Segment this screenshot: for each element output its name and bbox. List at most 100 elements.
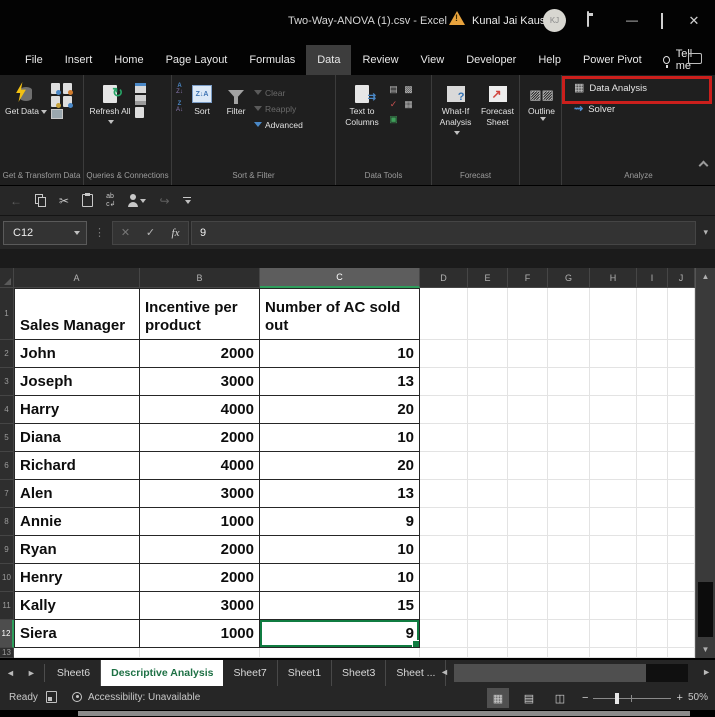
cell-A13[interactable] <box>14 648 140 658</box>
data-validation-icon[interactable]: ✓ <box>387 98 400 111</box>
name-box-dropdown-icon[interactable] <box>74 231 80 235</box>
menu-tab-view[interactable]: View <box>410 45 456 75</box>
cell-H12[interactable] <box>590 620 637 648</box>
cell-H9[interactable] <box>590 536 637 564</box>
column-header-I[interactable]: I <box>637 268 668 288</box>
what-if-analysis-button[interactable]: What-If Analysis <box>436 80 475 170</box>
cell-G10[interactable] <box>548 564 590 592</box>
cell-E9[interactable] <box>468 536 508 564</box>
menu-tab-formulas[interactable]: Formulas <box>238 45 306 75</box>
cell-B13[interactable] <box>140 648 260 658</box>
normal-view-button[interactable]: ▦ <box>487 688 509 708</box>
cell-A8[interactable]: Annie <box>14 508 140 536</box>
formula-input[interactable]: 9 <box>191 221 696 245</box>
cell-I12[interactable] <box>637 620 668 648</box>
menu-tab-developer[interactable]: Developer <box>455 45 527 75</box>
filter-button[interactable]: Filter <box>221 80 251 170</box>
avatar[interactable]: KJ <box>543 9 566 32</box>
cell-F10[interactable] <box>508 564 548 592</box>
sheet-tab-descriptive-analysis[interactable]: Descriptive Analysis <box>101 660 223 686</box>
scroll-down-icon[interactable]: ▼ <box>696 645 715 654</box>
from-text-csv-icon[interactable] <box>51 83 60 94</box>
cell-B2[interactable]: 2000 <box>140 340 260 368</box>
cell-F11[interactable] <box>508 592 548 620</box>
cell-D4[interactable] <box>420 396 468 424</box>
column-header-D[interactable]: D <box>420 268 468 288</box>
cell-G7[interactable] <box>548 480 590 508</box>
cell-G3[interactable] <box>548 368 590 396</box>
cell-C9[interactable]: 10 <box>260 536 420 564</box>
expand-formula-bar-icon[interactable]: ▾ <box>696 227 715 238</box>
cell-I2[interactable] <box>637 340 668 368</box>
scroll-left-icon[interactable]: ◄ <box>440 667 449 677</box>
cell-F3[interactable] <box>508 368 548 396</box>
scroll-right-icon[interactable]: ► <box>702 667 711 677</box>
cell-H4[interactable] <box>590 396 637 424</box>
cell-J11[interactable] <box>668 592 695 620</box>
sheet-nav-right-icon[interactable]: ► <box>21 660 42 686</box>
cell-E13[interactable] <box>468 648 508 658</box>
row-header-11[interactable]: 11 <box>0 592 14 620</box>
cell-C3[interactable]: 13 <box>260 368 420 396</box>
row-header-13[interactable]: 13 <box>0 648 14 658</box>
zoom-slider-handle[interactable] <box>615 693 619 704</box>
cell-A11[interactable]: Kally <box>14 592 140 620</box>
cell-F7[interactable] <box>508 480 548 508</box>
row-header-7[interactable]: 7 <box>0 480 14 508</box>
cell-J13[interactable] <box>668 648 695 658</box>
cell-D9[interactable] <box>420 536 468 564</box>
sheet-nav-left-icon[interactable]: ◄ <box>0 660 21 686</box>
cell-I11[interactable] <box>637 592 668 620</box>
from-web-icon[interactable] <box>63 83 72 94</box>
cell-B11[interactable]: 3000 <box>140 592 260 620</box>
cell-F9[interactable] <box>508 536 548 564</box>
sort-za-icon[interactable]: ZA↓ <box>176 101 183 113</box>
row-header-8[interactable]: 8 <box>0 508 14 536</box>
cell-E8[interactable] <box>468 508 508 536</box>
sheet-tab-sheet7[interactable]: Sheet7 <box>223 660 277 686</box>
cell-G4[interactable] <box>548 396 590 424</box>
cell-I3[interactable] <box>637 368 668 396</box>
spelling-button[interactable]: abc↲ <box>106 193 115 208</box>
cell-I1[interactable] <box>637 288 668 340</box>
cell-C12[interactable]: 9 <box>260 620 420 648</box>
column-header-E[interactable]: E <box>468 268 508 288</box>
cell-I6[interactable] <box>637 452 668 480</box>
cell-F5[interactable] <box>508 424 548 452</box>
cell-J9[interactable] <box>668 536 695 564</box>
cell-H10[interactable] <box>590 564 637 592</box>
flash-fill-icon[interactable]: ▤ <box>387 83 400 96</box>
cell-I9[interactable] <box>637 536 668 564</box>
cell-F12[interactable] <box>508 620 548 648</box>
column-header-H[interactable]: H <box>590 268 637 288</box>
cell-C7[interactable]: 13 <box>260 480 420 508</box>
cell-J12[interactable] <box>668 620 695 648</box>
row-header-2[interactable]: 2 <box>0 340 14 368</box>
cell-B12[interactable]: 1000 <box>140 620 260 648</box>
column-header-B[interactable]: B <box>140 268 260 288</box>
cell-G13[interactable] <box>548 648 590 658</box>
get-data-button[interactable]: Get Data <box>4 80 48 170</box>
cell-G6[interactable] <box>548 452 590 480</box>
menu-tab-power-pivot[interactable]: Power Pivot <box>572 45 653 75</box>
cell-F1[interactable] <box>508 288 548 340</box>
cell-C2[interactable]: 10 <box>260 340 420 368</box>
remove-duplicates-icon[interactable]: ▩ <box>402 83 415 96</box>
copy-button[interactable] <box>35 194 46 207</box>
cell-D11[interactable] <box>420 592 468 620</box>
outline-button[interactable]: ▨▨ Outline <box>524 80 559 170</box>
vertical-scrollbar-thumb[interactable] <box>698 582 713 637</box>
cell-G1[interactable] <box>548 288 590 340</box>
properties-icon[interactable] <box>135 95 146 105</box>
cell-A5[interactable]: Diana <box>14 424 140 452</box>
cell-C1[interactable]: Number of AC sold out <box>260 288 420 340</box>
cell-I10[interactable] <box>637 564 668 592</box>
cell-B6[interactable]: 4000 <box>140 452 260 480</box>
cut-button[interactable]: ✂ <box>59 195 69 207</box>
paste-button[interactable] <box>82 194 93 207</box>
cell-D5[interactable] <box>420 424 468 452</box>
cell-D2[interactable] <box>420 340 468 368</box>
page-layout-view-button[interactable]: ▤ <box>518 688 540 708</box>
sheet-tab-sheet6[interactable]: Sheet6 <box>47 660 101 686</box>
tell-me-button[interactable]: Tell me <box>653 45 715 75</box>
